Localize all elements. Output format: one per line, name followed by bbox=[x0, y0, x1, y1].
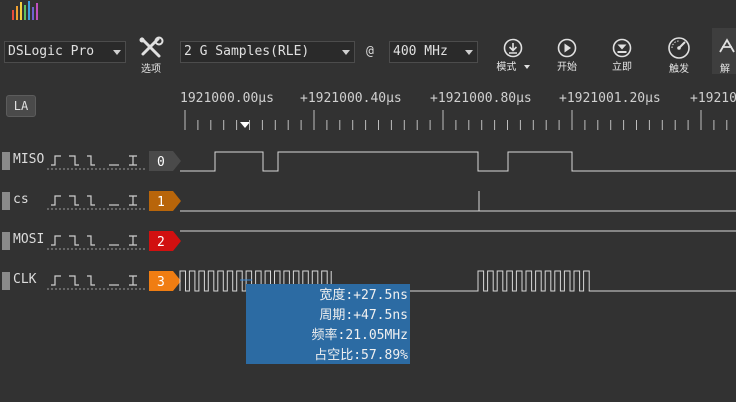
pulse-width: 宽度:+27.5ns bbox=[319, 288, 408, 303]
pulse-frequency: 频率:21.05MHz bbox=[311, 328, 408, 343]
waveform-miso bbox=[180, 151, 736, 172]
waveform-cs bbox=[180, 191, 736, 212]
measure-tooltip: 宽度:+27.5ns 周期:+47.5ns 频率:21.05MHz 占空比:57… bbox=[246, 284, 410, 364]
pulse-period: 周期:+47.5ns bbox=[319, 308, 408, 323]
pulse-duty-cycle: 占空比:57.89% bbox=[314, 348, 408, 363]
